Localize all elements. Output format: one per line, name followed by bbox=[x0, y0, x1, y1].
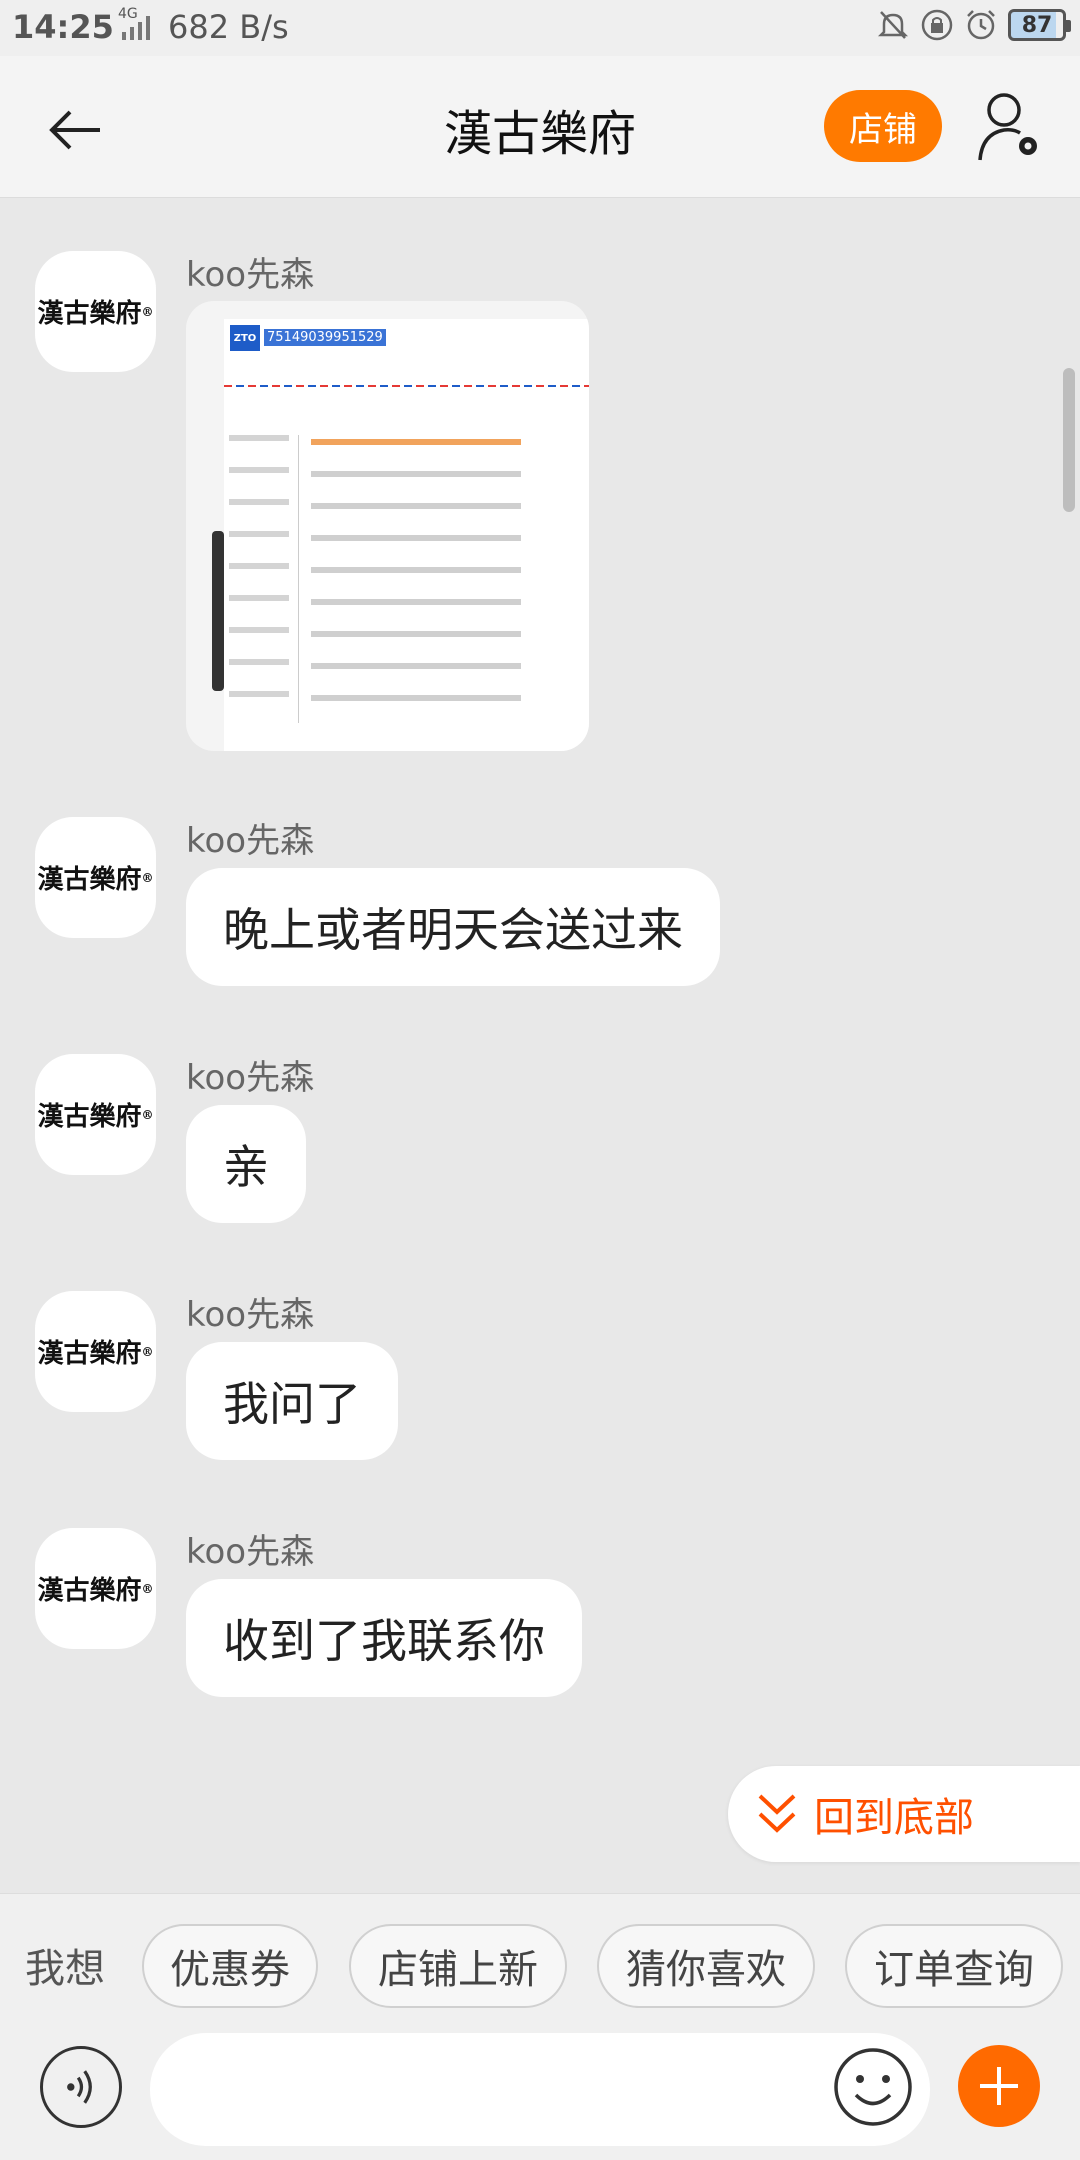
divider bbox=[224, 385, 589, 387]
message-list[interactable]: 漢古樂府 ® koo先森 ZTO 75149039951529 漢古樂府 ® k… bbox=[0, 199, 1080, 1893]
sender-name: koo先森 bbox=[186, 255, 315, 295]
plus-icon[interactable] bbox=[958, 2045, 1040, 2127]
scrollbar[interactable] bbox=[1063, 368, 1075, 512]
quick-reply-bar: 我想 优惠券 店铺上新 猜你喜欢 订单查询 bbox=[0, 1893, 1080, 2029]
chip-new-arrivals[interactable]: 店铺上新 bbox=[349, 1924, 567, 2008]
registered-mark: ® bbox=[141, 304, 154, 319]
emoji-icon[interactable] bbox=[832, 2046, 914, 2128]
text-bubble[interactable]: 我问了 bbox=[186, 1342, 398, 1460]
battery-level: 87 bbox=[1021, 12, 1053, 38]
mute-bell-icon bbox=[877, 11, 909, 39]
sender-name: koo先森 bbox=[186, 1532, 315, 1572]
avatar-brand: 漢古樂府 bbox=[37, 1576, 142, 1606]
network-speed: 682 B/s bbox=[168, 8, 289, 46]
sender-name: koo先森 bbox=[186, 1295, 315, 1335]
courier-logo: ZTO bbox=[230, 325, 260, 351]
input-bar bbox=[0, 2029, 1080, 2160]
shop-avatar[interactable]: 漢古樂府 ® bbox=[35, 817, 156, 938]
double-chevron-down-icon bbox=[758, 1794, 796, 1833]
back-to-bottom-button[interactable]: 回到底部 bbox=[728, 1766, 1080, 1862]
status-bar: 14:25 4G 682 B/s 87 bbox=[0, 0, 1080, 56]
shop-avatar[interactable]: 漢古樂府 ® bbox=[35, 1291, 156, 1412]
rotation-lock-icon bbox=[921, 9, 953, 41]
tracking-number: 75149039951529 bbox=[264, 329, 386, 346]
message-input[interactable] bbox=[150, 2033, 930, 2146]
image-message[interactable]: ZTO 75149039951529 bbox=[186, 301, 589, 751]
status-time: 14:25 bbox=[12, 8, 114, 46]
tracking-screenshot: ZTO 75149039951529 bbox=[224, 319, 589, 751]
text-bubble[interactable]: 亲 bbox=[186, 1105, 306, 1223]
avatar-brand: 漢古樂府 bbox=[37, 1102, 142, 1132]
network-type: 4G bbox=[118, 6, 138, 22]
registered-mark: ® bbox=[141, 870, 154, 885]
chat-header: 漢古樂府 店铺 bbox=[0, 56, 1080, 198]
registered-mark: ® bbox=[141, 1581, 154, 1596]
shop-avatar[interactable]: 漢古樂府 ® bbox=[35, 1054, 156, 1175]
quick-bar-label: 我想 bbox=[25, 1946, 105, 1992]
sender-name: koo先森 bbox=[186, 821, 315, 861]
user-settings-icon[interactable] bbox=[976, 90, 1046, 164]
text-bubble[interactable]: 收到了我联系你 bbox=[186, 1579, 582, 1697]
image-edge bbox=[212, 531, 224, 691]
chip-recommend[interactable]: 猜你喜欢 bbox=[597, 1924, 815, 2008]
chip-order-query[interactable]: 订单查询 bbox=[845, 1924, 1063, 2008]
text-bubble[interactable]: 晚上或者明天会送过来 bbox=[186, 868, 720, 986]
shop-button[interactable]: 店铺 bbox=[824, 90, 942, 162]
shop-avatar[interactable]: 漢古樂府 ® bbox=[35, 251, 156, 372]
registered-mark: ® bbox=[141, 1107, 154, 1122]
avatar-brand: 漢古樂府 bbox=[37, 865, 142, 895]
tracking-list bbox=[229, 435, 582, 723]
avatar-brand: 漢古樂府 bbox=[37, 299, 142, 329]
voice-icon[interactable] bbox=[40, 2046, 122, 2128]
alarm-icon bbox=[967, 10, 995, 40]
sender-name: koo先森 bbox=[186, 1058, 315, 1098]
back-to-bottom-label: 回到底部 bbox=[814, 1795, 974, 1841]
battery-icon: 87 bbox=[1008, 9, 1071, 41]
chip-coupon[interactable]: 优惠券 bbox=[142, 1924, 318, 2008]
avatar-brand: 漢古樂府 bbox=[37, 1339, 142, 1369]
registered-mark: ® bbox=[141, 1344, 154, 1359]
shop-avatar[interactable]: 漢古樂府 ® bbox=[35, 1528, 156, 1649]
